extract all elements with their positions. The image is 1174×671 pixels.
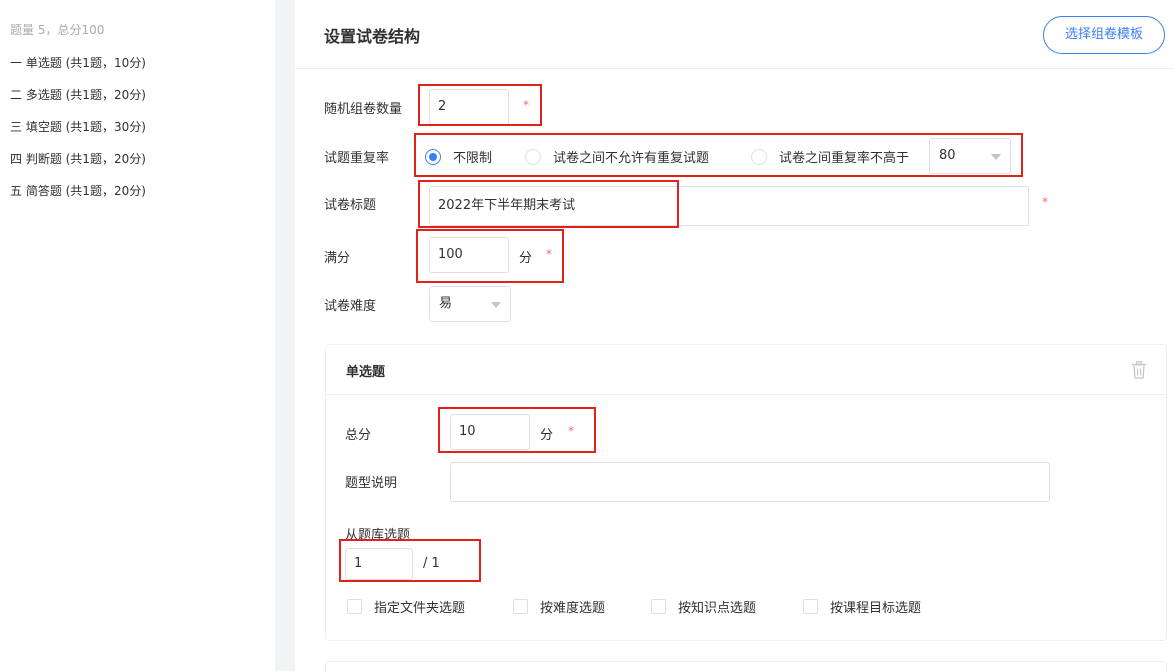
bank-select-count-input[interactable]: 1 [345, 548, 413, 580]
question-summary: 题量 5，总分100 [10, 23, 105, 37]
radio-circle-icon [751, 148, 767, 165]
difficulty-label: 试卷难度 [324, 299, 377, 314]
repeat-rate-label: 试题重复率 [324, 151, 390, 166]
total-score-unit: 分 [540, 428, 554, 443]
page-title: 设置试卷结构 [324, 27, 421, 46]
checkbox-folder-select[interactable]: 指定文件夹选题 [347, 597, 465, 616]
required-mark: * [1042, 195, 1048, 209]
section-title: 单选题 [346, 365, 386, 380]
sidebar-item-fill-blank[interactable]: 三 填空题 (共1题，30分) [10, 118, 146, 135]
checkbox-icon [513, 599, 528, 614]
checkbox-difficulty-select-label: 按难度选题 [540, 601, 606, 616]
random-count-label: 随机组卷数量 [324, 102, 403, 117]
difficulty-value: 易 [439, 296, 453, 311]
total-score-label: 总分 [345, 428, 372, 443]
difficulty-select[interactable]: 易 [429, 286, 511, 322]
next-section-card [325, 661, 1167, 671]
checkbox-difficulty-select[interactable]: 按难度选题 [513, 597, 605, 616]
sidebar-item-short-answer[interactable]: 五 简答题 (共1题，20分) [10, 182, 146, 199]
radio-repeat-threshold-label: 试卷之间重复率不高于 [779, 151, 910, 166]
required-mark: * [568, 424, 574, 438]
required-mark: * [523, 98, 529, 112]
repeat-threshold-value: 80 [939, 148, 956, 163]
full-score-input[interactable]: 100 [429, 237, 509, 273]
sidebar-item-single-choice[interactable]: 一 单选题 (共1题，10分) [10, 54, 146, 71]
checkbox-knowledge-select[interactable]: 按知识点选题 [651, 597, 756, 616]
section-card-header: 单选题 [326, 345, 1166, 395]
radio-repeat-threshold[interactable]: 试卷之间重复率不高于 [751, 147, 909, 166]
paper-title-label: 试卷标题 [324, 198, 377, 213]
checkbox-folder-select-label: 指定文件夹选题 [374, 601, 466, 616]
bank-total-count: / 1 [423, 556, 440, 571]
checkbox-icon [651, 599, 666, 614]
radio-circle-icon [525, 148, 541, 165]
description-label: 题型说明 [345, 476, 398, 491]
radio-unlimited-label: 不限制 [453, 151, 493, 166]
question-outline-sidebar: 题量 5，总分100 一 单选题 (共1题，10分) 二 多选题 (共1题，20… [0, 0, 275, 671]
bank-select-label: 从题库选题 [345, 528, 411, 543]
sidebar-item-multiple-choice[interactable]: 二 多选题 (共1题，20分) [10, 86, 146, 103]
full-score-unit: 分 [519, 251, 533, 266]
total-score-input[interactable]: 10 [450, 414, 530, 450]
radio-unlimited[interactable]: 不限制 [425, 147, 492, 166]
checkbox-course-goal-select-label: 按课程目标选题 [830, 601, 922, 616]
repeat-threshold-select[interactable]: 80 [929, 138, 1011, 174]
checkbox-course-goal-select[interactable]: 按课程目标选题 [803, 597, 921, 616]
required-mark: * [546, 247, 552, 261]
radio-no-repeat[interactable]: 试卷之间不允许有重复试题 [525, 147, 709, 166]
chevron-down-icon [491, 302, 501, 308]
radio-no-repeat-label: 试卷之间不允许有重复试题 [553, 151, 710, 166]
select-template-button[interactable]: 选择组卷模板 [1043, 16, 1165, 54]
paper-structure-panel: 设置试卷结构 选择组卷模板 随机组卷数量 2 * 试题重复率 不限制 试卷之间不… [295, 0, 1174, 671]
random-count-input[interactable]: 2 [429, 89, 509, 125]
checkbox-knowledge-select-label: 按知识点选题 [678, 601, 757, 616]
trash-icon[interactable] [1131, 361, 1147, 379]
radio-circle-icon [425, 148, 441, 165]
description-input[interactable] [450, 462, 1050, 502]
checkbox-icon [803, 599, 818, 614]
panel-header: 设置试卷结构 选择组卷模板 [295, 0, 1174, 69]
chevron-down-icon [991, 154, 1001, 160]
checkbox-icon [347, 599, 362, 614]
sidebar-item-true-false[interactable]: 四 判断题 (共1题，20分) [10, 150, 146, 167]
section-card-single-choice: 单选题 总分 10 分 * 题型说明 从题库选题 1 / 1 指定文件夹选题 按… [325, 344, 1167, 641]
paper-title-input[interactable]: 2022年下半年期末考试 [429, 186, 1029, 226]
full-score-label: 满分 [324, 251, 351, 266]
